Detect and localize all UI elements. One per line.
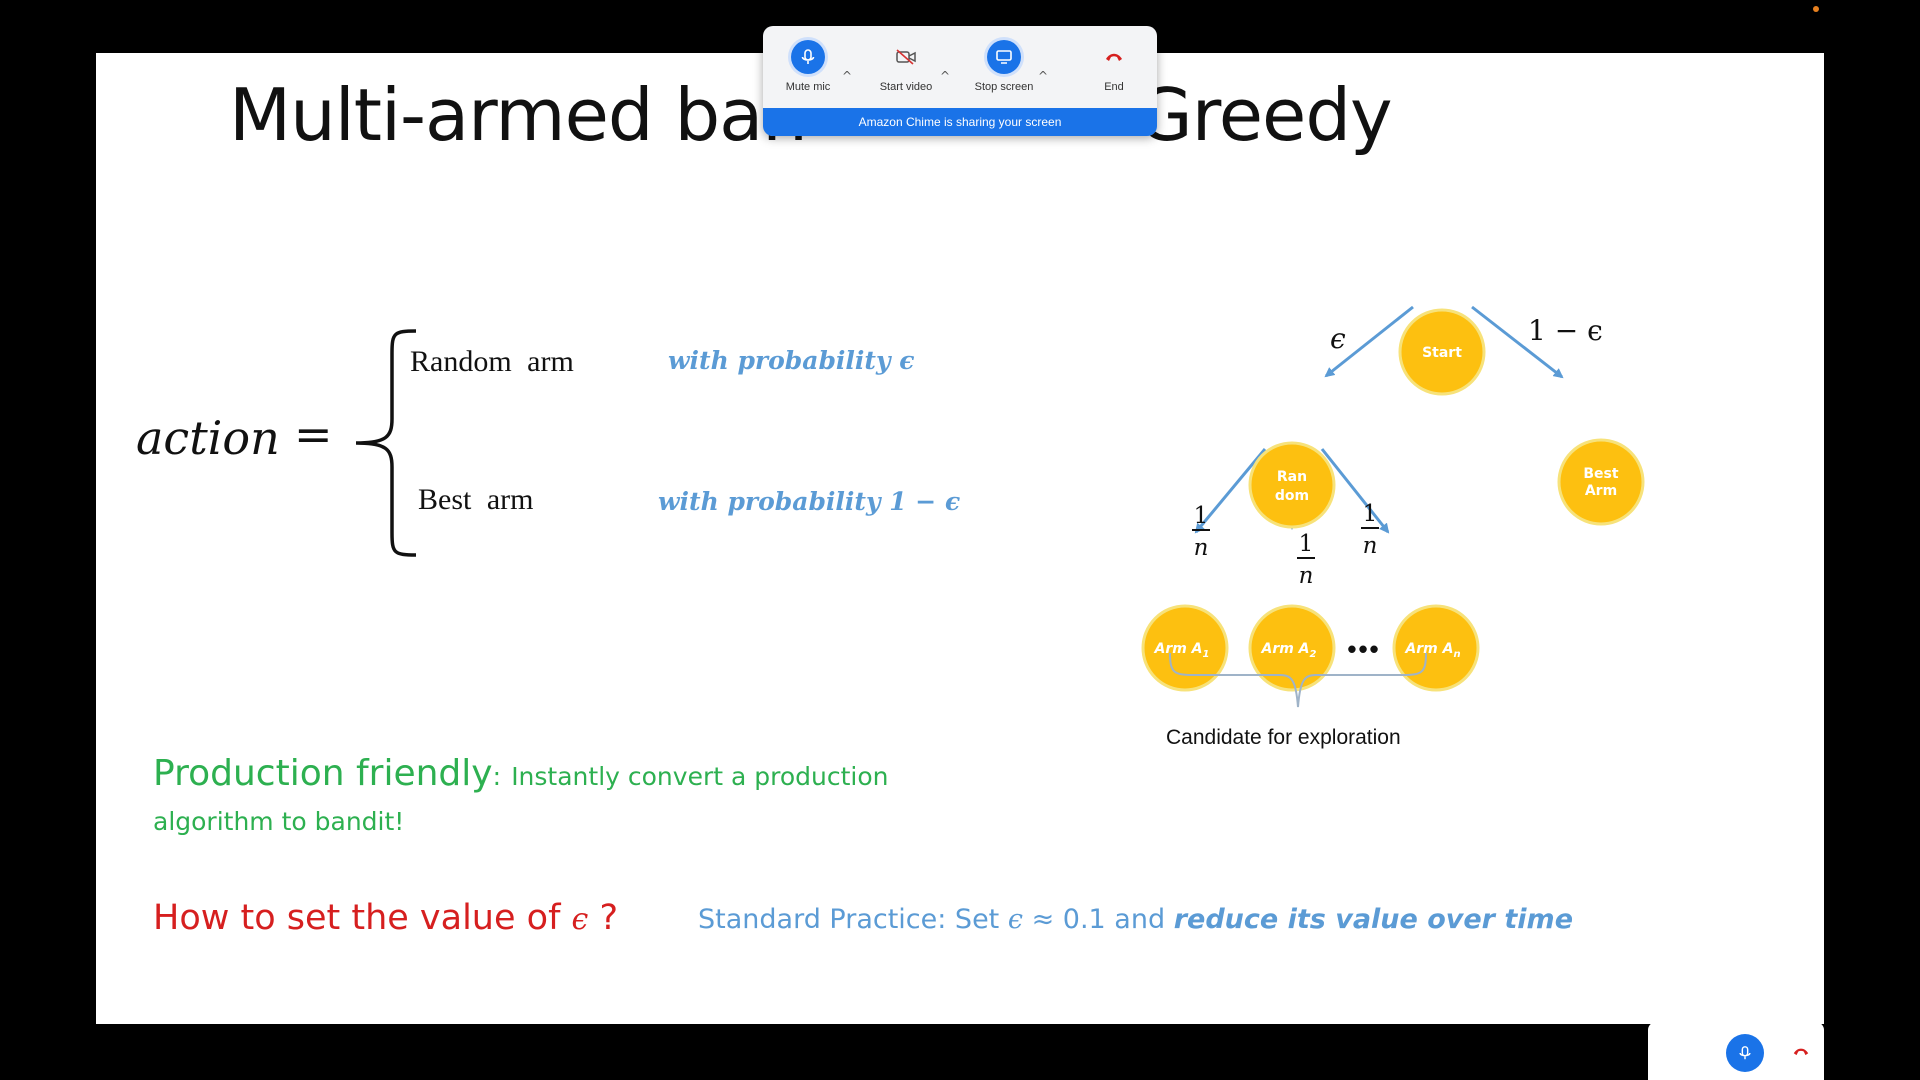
screen-options-caret[interactable]: ^ — [1037, 70, 1049, 82]
frac-middle-num: 1 — [1299, 531, 1314, 557]
start-video-button[interactable]: Start video — [861, 34, 951, 114]
howto-eps: ϵ — [571, 902, 589, 937]
microphone-icon — [791, 40, 825, 74]
edge-label-epsilon: ϵ — [1330, 322, 1346, 355]
case-best-probability: with probability 1 − ϵ — [658, 487, 961, 516]
production-text-2: algorithm to bandit! — [153, 807, 405, 836]
node-arm-n-sub: n — [1453, 649, 1460, 660]
edge-label-one-minus-epsilon: 1 − ϵ — [1528, 314, 1603, 347]
case-best-arm: Best arm — [418, 483, 534, 516]
equals-sign: = — [294, 407, 333, 461]
hang-up-icon — [1097, 40, 1131, 74]
candidate-label: Candidate for exploration — [1166, 726, 1401, 749]
recording-indicator-dot — [1813, 6, 1819, 12]
node-random-label-2: dom — [1275, 488, 1309, 504]
node-best-arm: Best Arm — [1557, 438, 1645, 526]
std-emphasis: reduce its value over time — [1173, 904, 1574, 935]
candidate-bracket-icon — [1169, 652, 1427, 708]
video-options-caret[interactable]: ^ — [939, 70, 951, 82]
start-video-label: Start video — [879, 81, 933, 93]
stop-screen-label: Stop screen — [974, 81, 1034, 93]
mini-hang-up-icon — [1793, 1048, 1809, 1055]
end-call-label: End — [1104, 81, 1124, 93]
screen-share-icon — [987, 40, 1021, 74]
node-start: Start — [1398, 308, 1486, 396]
chime-toolbar: Mute mic ^ Start video ^ Stop screen ^ E… — [763, 26, 1157, 136]
mic-options-caret[interactable]: ^ — [841, 70, 853, 82]
mini-end-call-button[interactable] — [1786, 1036, 1816, 1066]
node-best-label-2: Arm — [1585, 483, 1617, 499]
screen: Multi-armed ban Greedy action = Random ar… — [0, 0, 1920, 1080]
frac-left-den: n — [1194, 535, 1209, 561]
frac-middle-den: n — [1299, 563, 1314, 589]
video-off-icon — [889, 40, 923, 74]
stop-screen-button[interactable]: Stop screen — [959, 34, 1049, 114]
mini-microphone-icon — [1739, 1046, 1751, 1060]
standard-practice: Standard Practice: Set ϵ ≈ 0.1 and reduc… — [698, 904, 1573, 935]
mini-mic-button[interactable] — [1726, 1034, 1764, 1072]
howto-epsilon: How to set the value of ϵ ? — [153, 898, 618, 938]
action-variable: action — [136, 411, 280, 465]
howto-text: How to set the value of — [153, 898, 572, 938]
frac-right-den: n — [1363, 533, 1378, 559]
presentation-slide: Multi-armed ban Greedy action = Random ar… — [96, 53, 1824, 1024]
std-eps: ϵ — [1007, 904, 1023, 935]
frac-middle: 1 n — [1297, 531, 1315, 589]
case-random-arm: Random arm — [410, 345, 574, 378]
production-colon: : — [492, 762, 502, 791]
node-random-label-1: Ran — [1277, 469, 1307, 485]
slide-title-right: Greedy — [1136, 73, 1393, 157]
epsilon-greedy-tree: ϵ 1 − ϵ 1 n 1 n 1 n Start Ran dom Best A… — [1141, 305, 1645, 692]
mute-mic-button[interactable]: Mute mic — [763, 34, 853, 114]
node-best-label-1: Best — [1583, 466, 1618, 482]
production-heading: Production friendly — [153, 753, 493, 794]
std-approx: ≈ 0.1 and — [1022, 904, 1174, 935]
frac-right: 1 n — [1361, 501, 1379, 559]
node-start-label: Start — [1422, 345, 1462, 361]
node-random: Ran dom — [1248, 441, 1336, 529]
production-text-1: Instantly convert a production — [511, 762, 889, 791]
production-friendly: Production friendly: Instantly convert a… — [153, 753, 1053, 846]
frac-right-num: 1 — [1363, 501, 1378, 527]
frac-left-num: 1 — [1194, 503, 1209, 529]
frac-left: 1 n — [1192, 503, 1210, 561]
end-call-button[interactable]: End — [1069, 34, 1157, 114]
screen-sharing-banner: Amazon Chime is sharing your screen — [763, 108, 1157, 136]
case-random-probability: with probability ϵ — [668, 346, 915, 375]
howto-q: ? — [588, 898, 619, 938]
std-prefix: Standard Practice: Set — [698, 904, 1008, 935]
slide-title-left: Multi-armed ban — [229, 73, 808, 157]
mute-mic-label: Mute mic — [785, 81, 831, 93]
mini-call-controls — [1648, 1022, 1824, 1080]
